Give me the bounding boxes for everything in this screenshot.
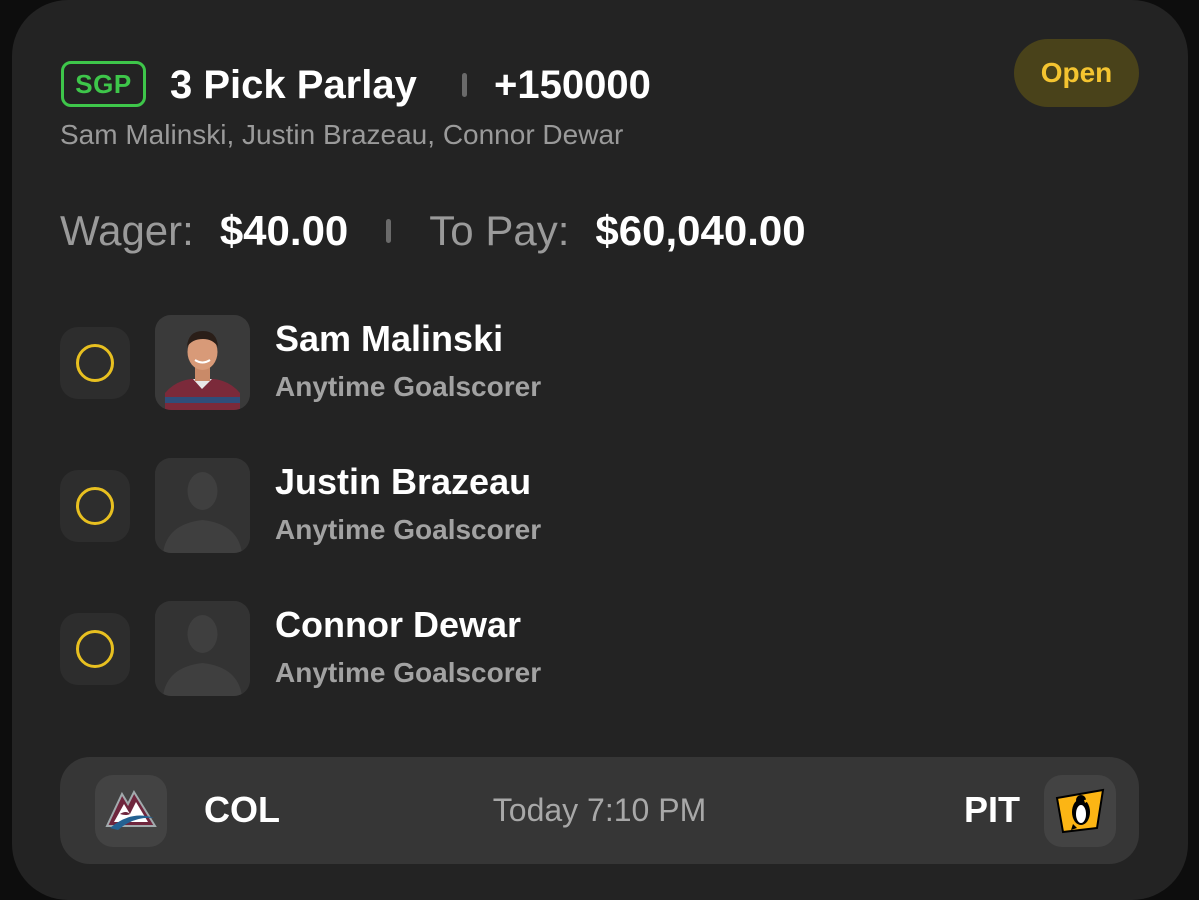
- home-team-logo: [1044, 775, 1116, 847]
- bet-title: 3 Pick Parlay: [170, 63, 417, 107]
- player-avatar: [155, 601, 250, 696]
- game-info-bar[interactable]: Today 7:10 PM COL PIT: [60, 757, 1139, 864]
- pick-status-indicator: [60, 470, 130, 542]
- pick-status-indicator: [60, 327, 130, 399]
- pending-circle-icon: [76, 487, 114, 525]
- pick-row[interactable]: Justin Brazeau Anytime Goalscorer: [60, 458, 1060, 554]
- avalanche-logo-icon: [105, 789, 157, 830]
- pick-player-name: Justin Brazeau: [275, 461, 532, 502]
- pending-circle-icon: [76, 344, 114, 382]
- pick-market: Anytime Goalscorer: [275, 657, 542, 688]
- status-badge: Open: [1014, 39, 1139, 107]
- penguins-logo-icon: [1055, 788, 1105, 834]
- pick-player-name: Sam Malinski: [275, 318, 504, 359]
- topay-value: $60,040.00: [595, 207, 806, 254]
- silhouette-icon: [155, 458, 250, 553]
- player-avatar: [155, 458, 250, 553]
- pick-market: Anytime Goalscorer: [275, 371, 542, 402]
- silhouette-icon: [155, 601, 250, 696]
- title-divider: [462, 73, 467, 97]
- sgp-badge: SGP: [61, 61, 146, 107]
- pick-row[interactable]: Connor Dewar Anytime Goalscorer: [60, 601, 1060, 697]
- pick-player-name: Connor Dewar: [275, 604, 522, 645]
- bet-card[interactable]: SGP 3 Pick Parlay +150000 Open Sam Malin…: [12, 0, 1188, 900]
- bet-subtitle: Sam Malinski, Justin Brazeau, Connor Dew…: [60, 119, 624, 150]
- player-photo-icon: [155, 315, 250, 410]
- wager-row: Wager: $40.00 To Pay: $60,040.00: [60, 205, 806, 257]
- wager-label: Wager:: [60, 207, 194, 254]
- home-team-abbr: PIT: [964, 789, 1021, 830]
- player-avatar: [155, 315, 250, 410]
- bet-odds: +150000: [494, 63, 651, 107]
- away-team-abbr: COL: [204, 789, 280, 830]
- topay-label: To Pay:: [429, 207, 570, 254]
- pending-circle-icon: [76, 630, 114, 668]
- pick-row[interactable]: Sam Malinski Anytime Goalscorer: [60, 315, 1060, 411]
- wager-divider: [386, 219, 392, 243]
- pick-status-indicator: [60, 613, 130, 685]
- wager-value: $40.00: [219, 207, 349, 254]
- away-team-logo: [95, 775, 167, 847]
- pick-market: Anytime Goalscorer: [275, 514, 542, 545]
